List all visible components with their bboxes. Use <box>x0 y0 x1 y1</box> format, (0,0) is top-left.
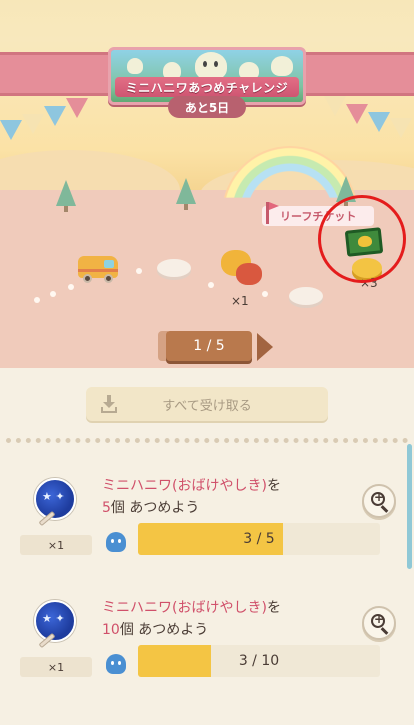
divider <box>6 438 408 443</box>
zoom-in-button[interactable] <box>362 484 396 518</box>
magnifier-plus-icon <box>371 490 385 506</box>
tree <box>176 178 196 210</box>
magnifier-plus-icon <box>371 612 385 628</box>
mission-item: ×1 ミニハニワ(おばけやしき)を 10個 あつめよう 3 / 10 <box>0 590 414 700</box>
haniwa-ghost-icon <box>106 532 126 552</box>
progress-text: 3 / 10 <box>238 653 280 669</box>
bunting-flag <box>368 112 390 132</box>
progress-bar: 3 / 5 <box>138 523 380 555</box>
bunting-flag <box>346 104 368 124</box>
next-page-arrow-icon[interactable] <box>257 333 273 361</box>
path-dot <box>136 268 142 274</box>
bunting-flag <box>44 106 66 126</box>
tree <box>56 180 76 212</box>
path-dot <box>208 282 214 288</box>
mission-title: ミニハニワ(おばけやしき)を <box>102 478 281 494</box>
reward-count: ×1 <box>231 294 249 308</box>
event-title: ミニハニワあつめチャレンジ <box>115 77 299 97</box>
path-dot <box>34 297 40 303</box>
path-stone <box>289 287 323 305</box>
delivery-truck-icon <box>78 252 120 284</box>
zoom-in-button[interactable] <box>362 606 396 640</box>
progress-bar: 3 / 10 <box>138 645 380 677</box>
download-tray-icon <box>101 395 117 413</box>
progress-text: 3 / 5 <box>243 531 275 547</box>
mission-panel: すべて受け取る ×1 ミニハニワ(おばけやしき)を 5個 あつめよう 3 / 5… <box>0 368 414 725</box>
days-left-badge: あと5日 <box>168 96 246 118</box>
reward-quantity: ×1 <box>20 535 92 555</box>
bunting-flag <box>66 98 88 118</box>
haniwa-ghost-icon <box>106 654 126 674</box>
claim-all-button[interactable]: すべて受け取る <box>86 387 328 421</box>
mission-goal: 5個 あつめよう <box>102 500 200 516</box>
reward-quantity: ×1 <box>20 657 92 677</box>
highlight-circle <box>318 195 406 283</box>
path-dot <box>50 291 56 297</box>
bunting-flag <box>22 114 44 134</box>
bunting-flag <box>390 118 412 138</box>
bunting-flag <box>0 120 22 140</box>
page-indicator: 1 / 5 <box>166 331 252 361</box>
path-dot <box>262 291 268 297</box>
mission-title: ミニハニワ(おばけやしき)を <box>102 600 281 616</box>
claim-all-label: すべて受け取る <box>162 398 252 414</box>
bunting-flag <box>324 96 346 116</box>
event-map-scene: ×1 リーフチケット ×3 ミニハニワあつめチャレンジ あと5日 1 / 5 <box>0 0 414 368</box>
mission-goal: 10個 あつめよう <box>102 622 209 638</box>
path-stone <box>157 259 191 277</box>
mission-item: ×1 ミニハニワ(おばけやしき)を 5個 あつめよう 3 / 5 <box>0 468 414 578</box>
path-dot <box>68 284 74 290</box>
